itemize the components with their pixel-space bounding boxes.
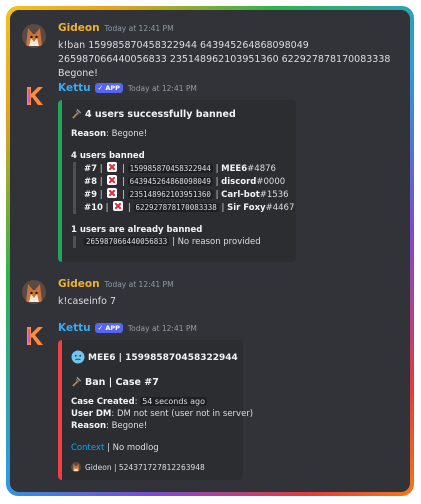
fox-avatar <box>71 462 81 472</box>
reason-label: Reason <box>71 421 106 431</box>
author-name[interactable]: Gideon Today at 12:41 PM <box>58 278 174 290</box>
app-badge-label: APP <box>105 84 120 92</box>
embed-author-text: MEE6 | 159985870458322944 <box>88 353 238 363</box>
user-discriminator: #0000 <box>256 177 286 187</box>
already-banned-heading: 1 users are already banned <box>71 225 203 235</box>
timestamp: Today at 12:41 PM <box>104 24 174 33</box>
user-dm-value: DM not sent (user not in server) <box>116 409 254 419</box>
app-badge: ✓ APP <box>94 83 123 93</box>
message-content: k!ban 159985870458322944 643945264868098… <box>58 40 391 79</box>
reason-value: Begone! <box>111 421 148 431</box>
x-mark-icon <box>107 175 118 185</box>
author-name[interactable]: Gideon Today at 12:41 PM <box>58 22 174 34</box>
embed-links: Context | No modlog <box>71 443 159 453</box>
fox-avatar[interactable] <box>22 280 46 304</box>
reason-label: Reason <box>71 129 106 139</box>
app-badge: ✓ APP <box>94 323 123 333</box>
embed-title: 4 users successfully banned <box>71 108 286 122</box>
already-banned-list: 265987066440056833 | No reason provided <box>73 236 286 248</box>
user-name: discord <box>221 177 257 187</box>
x-mark-icon <box>107 188 118 198</box>
app-badge-label: APP <box>105 324 120 332</box>
case-number: #7 <box>84 164 98 174</box>
user-discriminator: #1536 <box>259 190 289 200</box>
list-item: 265987066440056833 | No reason provided <box>84 237 261 247</box>
embed-card: MEE6 | 159985870458322944 Ban | Case #7 … <box>58 340 254 480</box>
list-item: #9 | | 235148962103951360 | Carl-bot#153… <box>84 188 289 200</box>
user-id: 643945264868098049 <box>127 177 213 186</box>
embed-reason: Reason: Begone! <box>71 421 148 431</box>
hammer-icon <box>71 376 82 390</box>
user-id: 622927878170083338 <box>133 203 219 212</box>
user-dm: User DM: DM not sent (user not in server… <box>71 409 254 419</box>
kettu-logo-icon[interactable] <box>22 84 46 108</box>
fox-avatar[interactable] <box>22 24 46 48</box>
embed-title-text: 4 users successfully banned <box>85 109 236 120</box>
list-item: #8 | | 643945264868098049 | discord#0000 <box>84 175 286 187</box>
context-link[interactable]: Context <box>71 443 104 453</box>
embed-reason: Reason: Begone! <box>71 129 148 139</box>
author-name[interactable]: Kettu ✓ APP Today at 12:41 PM <box>58 322 197 334</box>
embed-title-text: Ban | Case #7 <box>85 377 159 388</box>
user-discriminator: #4876 <box>247 164 276 174</box>
case-number: #9 <box>84 190 98 200</box>
case-created-value: 54 seconds ago <box>140 397 208 406</box>
x-mark-icon <box>107 162 118 172</box>
author-name-text[interactable]: Gideon <box>58 22 100 34</box>
timestamp: Today at 12:41 PM <box>127 84 197 93</box>
author-name-text[interactable]: Kettu <box>58 322 91 334</box>
case-number: #10 <box>84 203 103 213</box>
x-mark-icon <box>113 201 124 211</box>
case-created: Case Created: 54 seconds ago <box>71 397 208 407</box>
case-created-label: Case Created <box>71 397 135 407</box>
timestamp: Today at 12:41 PM <box>127 324 197 333</box>
banned-heading: 4 users banned <box>71 151 145 161</box>
user-dm-label: User DM <box>71 409 112 419</box>
user-id: 159985870458322944 <box>127 164 213 173</box>
user-name: Carl-bot <box>221 190 260 200</box>
banned-list: #7 | | 159985870458322944 | MEE6#4876 #8… <box>73 162 295 214</box>
message-content: k!caseinfo 7 <box>58 296 117 307</box>
hammer-icon <box>71 108 82 122</box>
embed-card: 4 users successfully banned Reason: Bego… <box>58 100 296 262</box>
embed-title: Ban | Case #7 <box>71 376 233 390</box>
footer-text: Gideon | 524371727812263948 <box>85 463 205 472</box>
list-item: #10 | | 622927878170083338 | Sir Foxy#44… <box>84 201 295 213</box>
user-id: 235148962103951360 <box>127 190 213 199</box>
timestamp: Today at 12:41 PM <box>104 280 174 289</box>
verified-check-icon: ✓ <box>97 84 104 92</box>
reason-value: Begone! <box>111 129 148 139</box>
rainbow-frame: Gideon Today at 12:41 PM k!ban 1599858704… <box>6 6 414 496</box>
confused-face-icon <box>71 350 85 368</box>
author-name-text[interactable]: Kettu <box>58 82 91 94</box>
case-number: #8 <box>84 177 98 187</box>
chat-area: Gideon Today at 12:41 PM k!ban 1599858704… <box>10 10 410 492</box>
no-reason-text: No reason provided <box>177 237 261 247</box>
user-id: 265987066440056833 <box>84 237 170 246</box>
user-discriminator: #4467 <box>265 203 295 213</box>
user-name: Sir Foxy <box>227 203 266 213</box>
kettu-logo-icon[interactable] <box>22 324 46 348</box>
no-modlog-text: No modlog <box>112 443 159 453</box>
verified-check-icon: ✓ <box>97 324 104 332</box>
user-name: MEE6 <box>221 164 248 174</box>
author-name-text[interactable]: Gideon <box>58 278 100 290</box>
embed-footer: Gideon | 524371727812263948 <box>71 462 233 474</box>
list-item: #7 | | 159985870458322944 | MEE6#4876 <box>84 162 276 174</box>
embed-author: MEE6 | 159985870458322944 <box>71 350 238 368</box>
author-name[interactable]: Kettu ✓ APP Today at 12:41 PM <box>58 82 197 94</box>
